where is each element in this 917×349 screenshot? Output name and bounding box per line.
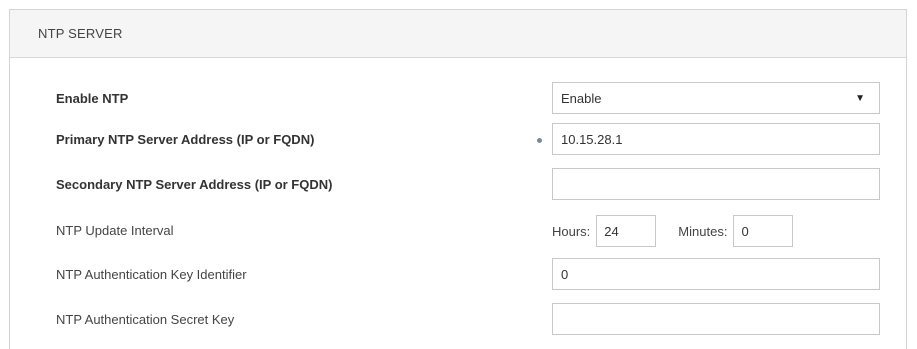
enable-ntp-select-value: Enable (561, 90, 602, 106)
auth-key-id-row: NTP Authentication Key Identifier (10, 258, 906, 292)
secondary-server-row: Secondary NTP Server Address (IP or FQDN… (10, 168, 906, 202)
minutes-input[interactable] (733, 215, 794, 247)
panel-header: NTP SERVER (10, 10, 906, 58)
auth-secret-key-row: NTP Authentication Secret Key (10, 303, 906, 337)
enable-ntp-row: Enable NTP Enable ▼ (10, 82, 906, 116)
auth-key-id-input[interactable] (552, 258, 880, 290)
minutes-label: Minutes: (678, 223, 728, 239)
secondary-server-label: Secondary NTP Server Address (IP or FQDN… (56, 177, 333, 192)
required-dot-icon (537, 138, 542, 143)
hours-label: Hours: (552, 223, 591, 239)
update-interval-label: NTP Update Interval (56, 223, 174, 238)
auth-secret-key-input[interactable] (552, 303, 880, 335)
update-interval-group: Hours: Minutes: (552, 214, 794, 248)
primary-server-input[interactable] (552, 123, 880, 155)
update-interval-row: NTP Update Interval Hours: Minutes: (10, 214, 906, 248)
primary-server-row: Primary NTP Server Address (IP or FQDN) (10, 123, 906, 157)
ntp-server-panel: NTP SERVER Enable NTP Enable ▼ Primary N… (9, 9, 907, 349)
auth-secret-key-label: NTP Authentication Secret Key (56, 312, 235, 327)
secondary-server-input[interactable] (552, 168, 880, 200)
hours-input[interactable] (596, 215, 657, 247)
auth-key-id-label: NTP Authentication Key Identifier (56, 267, 247, 282)
enable-ntp-select[interactable]: Enable ▼ (552, 82, 880, 114)
caret-down-icon: ▼ (855, 92, 865, 104)
enable-ntp-label: Enable NTP (56, 91, 129, 106)
panel-title: NTP SERVER (38, 26, 123, 41)
primary-server-label: Primary NTP Server Address (IP or FQDN) (56, 132, 315, 147)
